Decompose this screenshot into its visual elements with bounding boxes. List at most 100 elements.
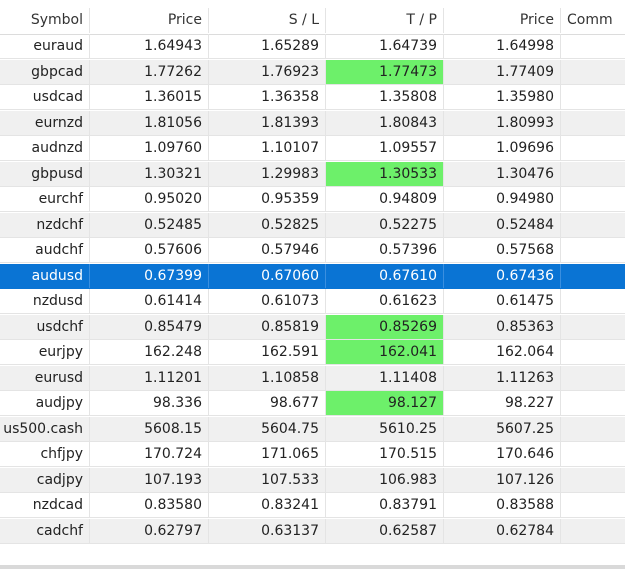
cell-price: 0.83580 [90, 493, 209, 517]
table-row[interactable]: audchf 0.57606 0.57946 0.57396 0.57568 [0, 238, 625, 263]
cell-stop-loss: 1.10858 [209, 365, 326, 390]
table-row[interactable]: euraud 1.64943 1.65289 1.64739 1.64998 [0, 34, 625, 59]
cell-symbol: gbpcad [0, 59, 90, 84]
cell-symbol: audnzd [0, 136, 90, 160]
table-row[interactable]: nzdchf 0.52485 0.52825 0.52275 0.52484 [0, 212, 625, 238]
table-row[interactable]: us500.cash 5608.15 5604.75 5610.25 5607.25 [0, 416, 625, 442]
cell-stop-loss: 1.29983 [209, 161, 326, 186]
cell-price: 0.57606 [90, 238, 209, 262]
table-row[interactable]: gbpusd 1.30321 1.29983 1.30533 1.30476 [0, 161, 625, 187]
column-header-current-price[interactable]: Price [444, 8, 561, 33]
cell-take-profit: 0.85269 [326, 314, 444, 339]
cell-take-profit: 0.94809 [326, 187, 444, 211]
cell-price: 1.09760 [90, 136, 209, 160]
cell-stop-loss: 0.63137 [209, 518, 326, 543]
table-row[interactable]: nzdusd 0.61414 0.61073 0.61623 0.61475 [0, 289, 625, 314]
cell-symbol: usdcad [0, 85, 90, 109]
cell-take-profit: 0.62587 [326, 518, 444, 543]
cell-take-profit: 0.83791 [326, 493, 444, 517]
column-header-comment[interactable]: Comm [561, 8, 625, 33]
cell-price: 1.77262 [90, 59, 209, 84]
cell-stop-loss: 0.67060 [209, 263, 326, 288]
column-header-stop-loss[interactable]: S / L [209, 8, 326, 33]
cell-symbol: gbpusd [0, 161, 90, 186]
cell-symbol: audjpy [0, 391, 90, 415]
table-row[interactable]: chfjpy 170.724 171.065 170.515 170.646 [0, 442, 625, 467]
cell-comment [561, 60, 625, 84]
cell-price: 107.193 [90, 467, 209, 492]
cell-take-profit: 170.515 [326, 442, 444, 466]
cell-current-price: 1.80993 [444, 110, 561, 135]
cell-current-price: 5607.25 [444, 416, 561, 441]
cell-price: 1.64943 [90, 34, 209, 58]
table-row[interactable]: audusd 0.67399 0.67060 0.67610 0.67436 [0, 263, 625, 289]
cell-stop-loss: 0.85819 [209, 314, 326, 339]
cell-price: 0.85479 [90, 314, 209, 339]
cell-comment [561, 442, 625, 466]
cell-take-profit: 0.67610 [326, 263, 444, 288]
column-header-symbol[interactable]: Symbol [0, 8, 90, 33]
cell-price: 1.81056 [90, 110, 209, 135]
cell-stop-loss: 98.677 [209, 391, 326, 415]
table-row[interactable]: audnzd 1.09760 1.10107 1.09557 1.09696 [0, 136, 625, 161]
table-row[interactable]: usdchf 0.85479 0.85819 0.85269 0.85363 [0, 314, 625, 340]
cell-current-price: 1.30476 [444, 161, 561, 186]
cell-current-price: 1.09696 [444, 136, 561, 160]
cell-take-profit: 0.52275 [326, 212, 444, 237]
cell-stop-loss: 0.83241 [209, 493, 326, 517]
cell-symbol: nzdchf [0, 212, 90, 237]
cell-stop-loss: 0.57946 [209, 238, 326, 262]
trades-table: Symbol Price S / L T / P Price Comm eura… [0, 0, 625, 569]
cell-current-price: 1.11263 [444, 365, 561, 390]
cell-current-price: 0.57568 [444, 238, 561, 262]
cell-comment [561, 519, 625, 543]
cell-price: 0.95020 [90, 187, 209, 211]
cell-comment [561, 468, 625, 492]
cell-price: 162.248 [90, 340, 209, 364]
cell-current-price: 0.85363 [444, 314, 561, 339]
cell-comment [561, 366, 625, 390]
cell-comment [561, 417, 625, 441]
cell-symbol: eurjpy [0, 340, 90, 364]
cell-current-price: 0.83588 [444, 493, 561, 517]
table-header: Symbol Price S / L T / P Price Comm [0, 8, 625, 35]
table-row[interactable]: eurusd 1.11201 1.10858 1.11408 1.11263 [0, 365, 625, 391]
horizontal-scrollbar[interactable] [0, 565, 625, 569]
table-row[interactable]: nzdcad 0.83580 0.83241 0.83791 0.83588 [0, 493, 625, 518]
table-row[interactable]: cadchf 0.62797 0.63137 0.62587 0.62784 [0, 518, 625, 544]
table-row[interactable]: gbpcad 1.77262 1.76923 1.77473 1.77409 [0, 59, 625, 85]
cell-symbol: cadchf [0, 518, 90, 543]
cell-price: 0.61414 [90, 289, 209, 313]
table-row[interactable]: cadjpy 107.193 107.533 106.983 107.126 [0, 467, 625, 493]
cell-comment [561, 315, 625, 339]
table-row[interactable]: eurchf 0.95020 0.95359 0.94809 0.94980 [0, 187, 625, 212]
cell-price: 98.336 [90, 391, 209, 415]
table-row[interactable]: usdcad 1.36015 1.36358 1.35808 1.35980 [0, 85, 625, 110]
cell-current-price: 0.61475 [444, 289, 561, 313]
cell-comment [561, 85, 625, 109]
cell-take-profit: 1.77473 [326, 59, 444, 84]
cell-price: 1.30321 [90, 161, 209, 186]
cell-take-profit: 162.041 [326, 340, 444, 364]
cell-comment [561, 289, 625, 313]
cell-comment [561, 162, 625, 186]
cell-price: 1.36015 [90, 85, 209, 109]
cell-current-price: 1.64998 [444, 34, 561, 58]
cell-stop-loss: 0.52825 [209, 212, 326, 237]
cell-take-profit: 98.127 [326, 391, 444, 415]
column-header-take-profit[interactable]: T / P [326, 8, 444, 33]
cell-symbol: nzdusd [0, 289, 90, 313]
cell-stop-loss: 5604.75 [209, 416, 326, 441]
cell-stop-loss: 1.10107 [209, 136, 326, 160]
table-row[interactable]: audjpy 98.336 98.677 98.127 98.227 [0, 391, 625, 416]
cell-comment [561, 391, 625, 415]
cell-symbol: usdchf [0, 314, 90, 339]
table-row[interactable]: eurnzd 1.81056 1.81393 1.80843 1.80993 [0, 110, 625, 136]
column-header-price[interactable]: Price [90, 8, 209, 33]
cell-symbol: chfjpy [0, 442, 90, 466]
cell-take-profit: 0.61623 [326, 289, 444, 313]
cell-take-profit: 0.57396 [326, 238, 444, 262]
table-row[interactable]: eurjpy 162.248 162.591 162.041 162.064 [0, 340, 625, 365]
cell-stop-loss: 1.81393 [209, 110, 326, 135]
cell-comment [561, 493, 625, 517]
